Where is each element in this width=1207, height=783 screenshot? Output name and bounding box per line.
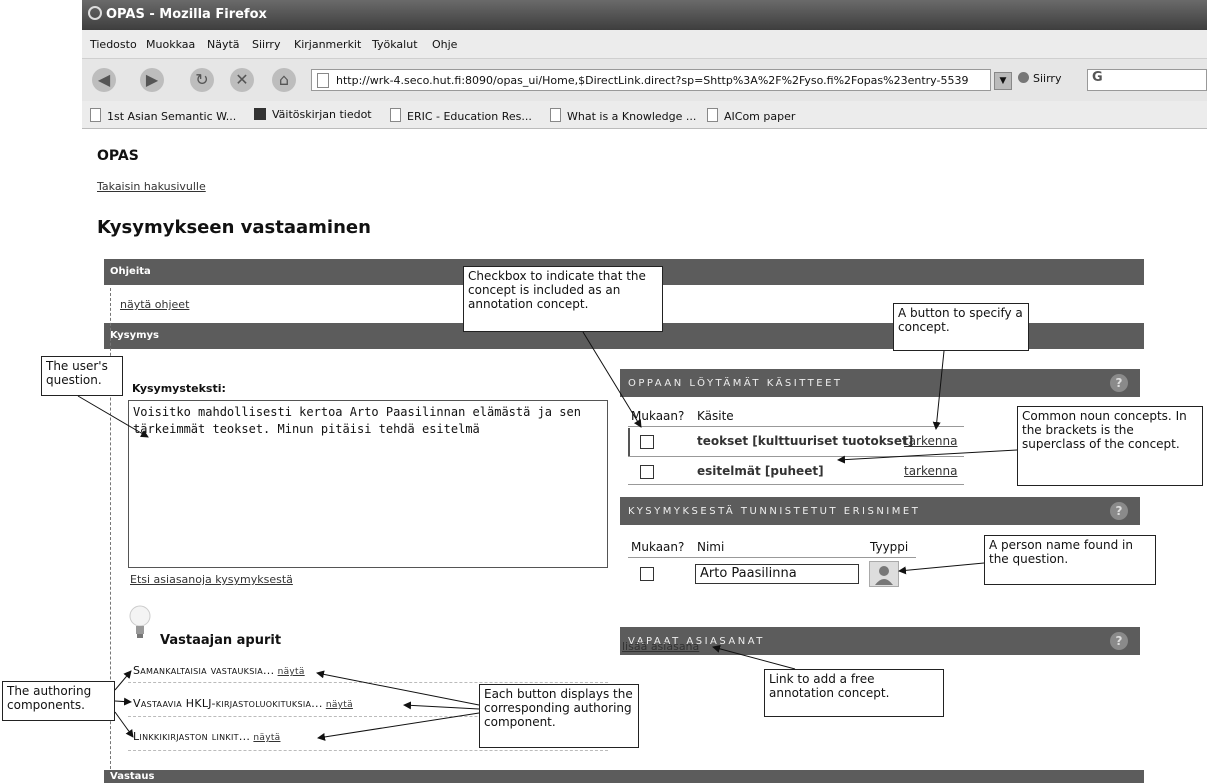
callout-arrows bbox=[77, 331, 1018, 741]
